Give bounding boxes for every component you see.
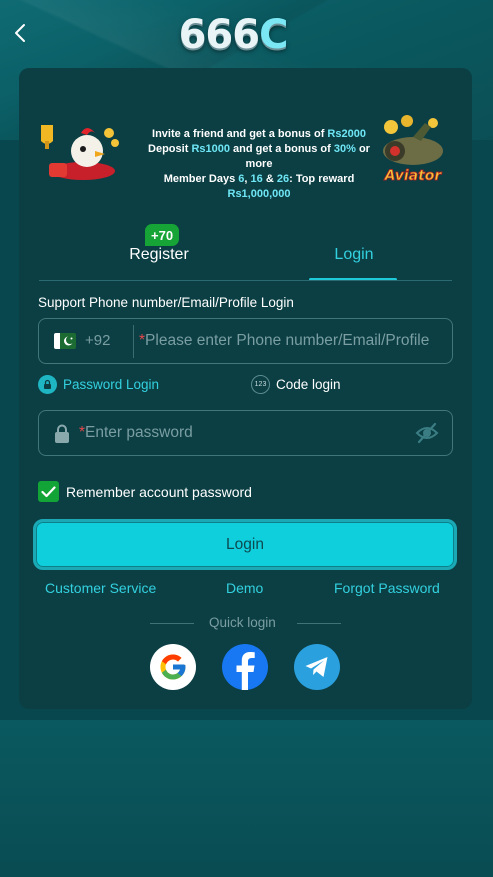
code-login-option[interactable]: 123 Code login bbox=[251, 375, 341, 394]
customer-service-link[interactable]: Customer Service bbox=[45, 580, 156, 596]
aviator-plane-icon: Aviator bbox=[383, 115, 443, 184]
account-field-label: Support Phone number/Email/Profile Login bbox=[38, 295, 294, 310]
forgot-password-link[interactable]: Forgot Password bbox=[334, 580, 440, 596]
facebook-login-button[interactable] bbox=[222, 644, 268, 690]
country-code-separator bbox=[133, 325, 134, 358]
lock-badge-icon bbox=[38, 375, 57, 394]
password-login-label: Password Login bbox=[63, 377, 160, 392]
tab-login-label: Login bbox=[334, 245, 374, 263]
lock-icon bbox=[55, 424, 69, 443]
promo-banner[interactable]: Invite a friend and get a bonus of Rs200… bbox=[39, 113, 452, 200]
tabs-divider bbox=[39, 280, 452, 281]
quick-login-label: Quick login bbox=[209, 615, 276, 630]
login-card: Invite a friend and get a bonus of Rs200… bbox=[19, 68, 472, 709]
promo-text: Invite a friend and get a bonus of Rs200… bbox=[134, 127, 384, 202]
tab-register-label: Register bbox=[129, 245, 189, 263]
code-login-label: Code login bbox=[276, 377, 341, 392]
numeric-code-icon: 123 bbox=[251, 375, 270, 394]
password-login-option[interactable]: Password Login bbox=[38, 375, 159, 394]
account-field: +92 *Please enter Phone number/Email/Pro… bbox=[38, 318, 453, 364]
country-code[interactable]: +92 bbox=[85, 332, 110, 349]
eye-off-icon[interactable] bbox=[415, 422, 439, 444]
promo-line-invite: Invite a friend and get a bonus of Rs200… bbox=[152, 128, 366, 140]
chevron-left-icon bbox=[15, 24, 25, 42]
promo-line-member-days: Member Days 6, 16 & 26: Top reward Rs1,0… bbox=[163, 173, 355, 200]
chicken-plane-icon bbox=[41, 125, 119, 180]
login-mode-selector: Password Login 123 Code login bbox=[38, 375, 453, 397]
remember-password[interactable]: Remember account password bbox=[38, 481, 252, 502]
quick-login-divider: Quick login bbox=[38, 615, 453, 633]
brand-logo: 666C bbox=[168, 10, 298, 60]
password-input[interactable] bbox=[79, 411, 409, 455]
password-field: *Enter password bbox=[38, 410, 453, 456]
register-bonus-badge: +70 bbox=[145, 224, 180, 246]
back-button[interactable] bbox=[8, 20, 32, 46]
logo-letter: C bbox=[259, 12, 288, 58]
quick-login-line-left bbox=[150, 623, 194, 624]
check-icon bbox=[41, 485, 56, 497]
login-button[interactable]: Login bbox=[33, 519, 457, 570]
auth-tabs: Register +70 Login bbox=[39, 224, 452, 282]
google-login-button[interactable] bbox=[150, 644, 196, 690]
logo-digits: 666 bbox=[178, 12, 260, 58]
pakistan-flag-icon[interactable] bbox=[54, 333, 76, 349]
footer-background bbox=[0, 720, 493, 877]
google-icon bbox=[160, 654, 186, 680]
remember-checkbox[interactable] bbox=[38, 481, 59, 502]
quick-login-line-right bbox=[297, 623, 341, 624]
demo-link[interactable]: Demo bbox=[226, 580, 263, 596]
aviator-badge: Aviator bbox=[384, 168, 443, 184]
tab-login[interactable]: Login bbox=[304, 228, 404, 281]
account-input[interactable] bbox=[139, 319, 445, 363]
promo-line-deposit: Deposit Rs1000 and get a bonus of 30% or… bbox=[148, 143, 370, 170]
help-links: Customer Service Demo Forgot Password bbox=[38, 580, 453, 600]
facebook-icon bbox=[236, 652, 255, 690]
telegram-icon bbox=[305, 657, 328, 677]
remember-label: Remember account password bbox=[66, 483, 252, 500]
telegram-login-button[interactable] bbox=[294, 644, 340, 690]
